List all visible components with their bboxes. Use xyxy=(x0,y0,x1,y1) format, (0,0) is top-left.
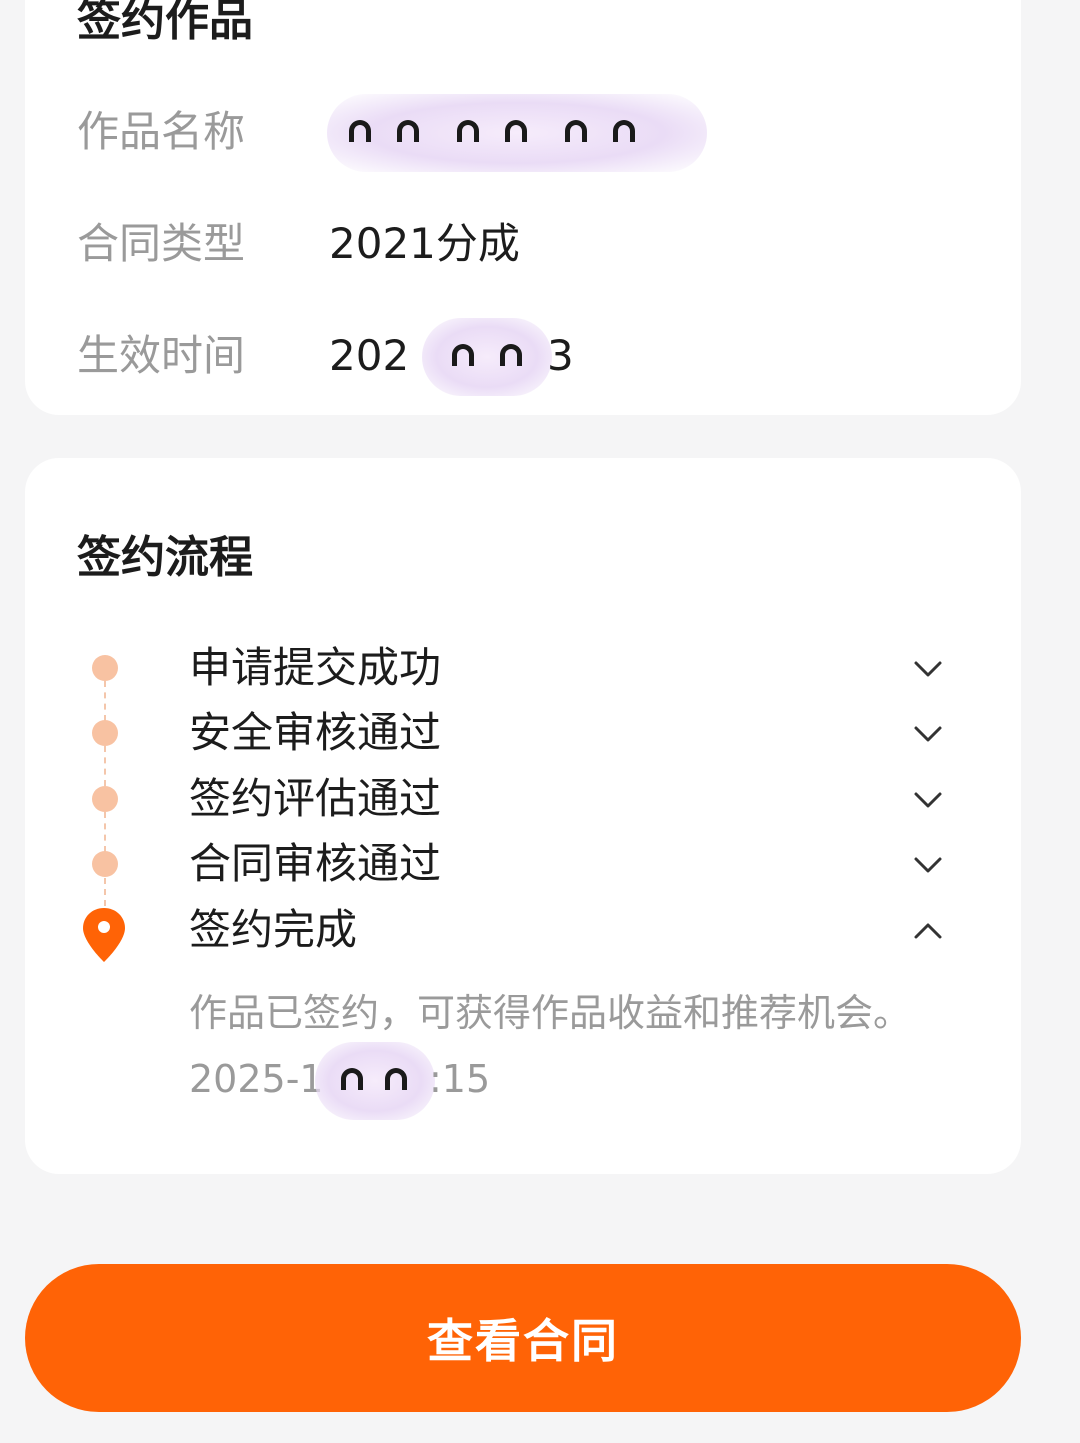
chevron-down-icon[interactable] xyxy=(913,719,943,749)
signed-works-card: 签约作品 作品名称 合同类型 2021分成 生效时间 202 3 xyxy=(25,0,1021,415)
chevron-down-icon[interactable] xyxy=(913,785,943,815)
step-item[interactable]: 安全审核通过 xyxy=(25,703,1021,763)
step-description: 作品已签约，可获得作品收益和推荐机会。 xyxy=(189,991,912,1035)
step-label: 申请提交成功 xyxy=(189,643,442,692)
effective-time-row: 生效时间 202 3 xyxy=(77,318,981,396)
step-label: 签约完成 xyxy=(189,905,358,954)
step-time-end: :15 xyxy=(429,1057,491,1101)
step-dot xyxy=(92,851,118,877)
location-pin-icon xyxy=(83,908,125,962)
chevron-down-icon[interactable] xyxy=(913,654,943,684)
step-dot xyxy=(92,655,118,681)
effective-time-value-end: 3 xyxy=(547,331,574,380)
step-item-current[interactable]: 签约完成 xyxy=(25,900,1021,962)
privacy-mask xyxy=(315,1042,435,1120)
chevron-down-icon[interactable] xyxy=(913,850,943,880)
step-item[interactable]: 合同审核通过 xyxy=(25,834,1021,894)
contract-type-value: 2021分成 xyxy=(329,219,520,268)
signing-process-card: 签约流程 申请提交成功 安全审核通过 签约评估通过 合同审核通过 签约完成 作品… xyxy=(25,458,1021,1174)
step-label: 安全审核通过 xyxy=(189,708,442,757)
privacy-mask xyxy=(422,318,552,396)
step-label: 签约评估通过 xyxy=(189,774,442,823)
work-name-label: 作品名称 xyxy=(77,107,246,156)
work-name-row: 作品名称 xyxy=(77,94,981,172)
step-item[interactable]: 申请提交成功 xyxy=(25,638,1021,698)
chevron-up-icon[interactable] xyxy=(913,916,943,946)
contract-type-row: 合同类型 2021分成 xyxy=(77,214,981,274)
section-title: 签约流程 xyxy=(77,532,253,583)
section-title: 签约作品 xyxy=(77,0,253,46)
step-dot xyxy=(92,720,118,746)
view-contract-button[interactable]: 查看合同 xyxy=(25,1264,1021,1412)
step-label: 合同审核通过 xyxy=(189,839,442,888)
privacy-mask xyxy=(327,94,707,172)
effective-time-value-start: 202 xyxy=(329,331,410,380)
step-time-start: 2025-1 xyxy=(189,1057,324,1101)
step-item[interactable]: 签约评估通过 xyxy=(25,769,1021,829)
step-dot xyxy=(92,786,118,812)
contract-type-label: 合同类型 xyxy=(77,219,246,268)
effective-time-label: 生效时间 xyxy=(77,331,246,380)
